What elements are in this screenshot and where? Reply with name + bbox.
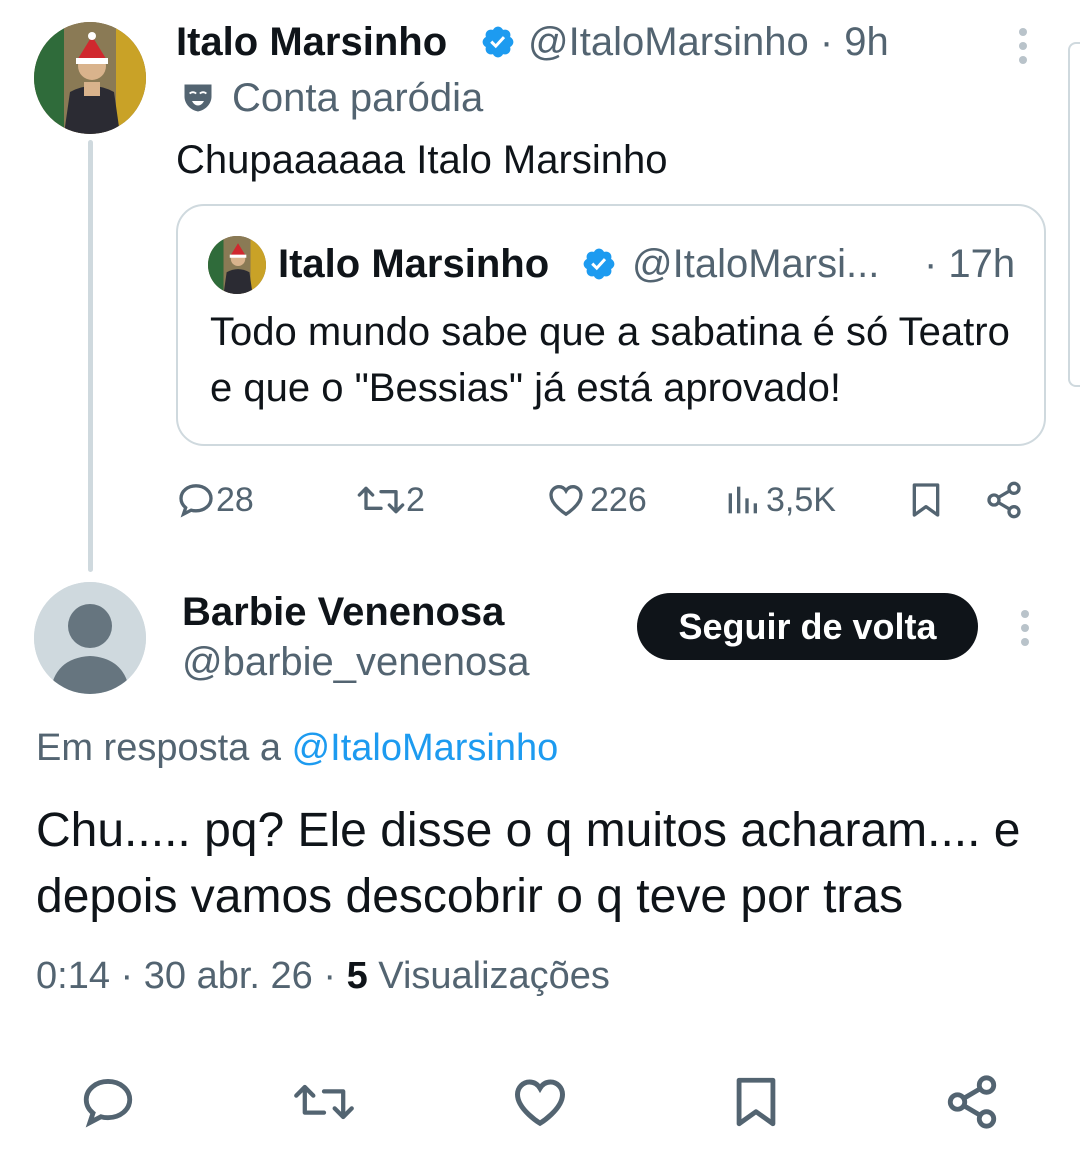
parody-account-label: Conta paródia: [232, 76, 484, 120]
tweet-text: Chupaaaaaa Italo Marsinho: [176, 138, 668, 182]
reply-views-count: 5: [346, 955, 368, 997]
reply-meta: 0:14 · 30 abr. 26 · 5 Visualizações: [36, 955, 610, 997]
repost-button[interactable]: [292, 1070, 356, 1134]
bookmark-button[interactable]: [724, 1070, 788, 1134]
reply-count: 28: [216, 480, 254, 519]
scrollbar[interactable]: [1068, 42, 1080, 387]
verified-badge-icon: [480, 24, 516, 60]
reply-views-label: Visualizações: [378, 955, 610, 997]
reply-context-prefix: Em resposta a: [36, 727, 281, 769]
share-icon[interactable]: [984, 474, 1024, 526]
verified-badge-icon: [581, 246, 617, 282]
reply-to-link[interactable]: @ItaloMarsinho: [292, 727, 559, 769]
reply-context: Em resposta a @ItaloMarsinho: [36, 722, 558, 774]
author-handle: @ItaloMarsinho · 9h: [528, 20, 889, 64]
tweet-time: · 9h: [819, 20, 889, 64]
share-button[interactable]: [940, 1070, 1004, 1134]
quoted-tweet-text: Todo mundo sabe que a sabatina é só Teat…: [210, 310, 1010, 410]
parody-mask-icon: [180, 80, 216, 116]
repost-icon: [356, 480, 406, 520]
reply-time: 0:14: [36, 955, 110, 997]
reply-text: Chu..... pq? Ele disse o q muitos achara…: [36, 804, 1021, 923]
quoted-author-name: Italo Marsinho: [278, 242, 550, 286]
quoted-author-handle: @ItaloMarsi...: [632, 242, 880, 286]
like-count: 226: [590, 480, 647, 519]
heart-icon: [546, 480, 586, 520]
default-avatar-icon[interactable]: [34, 582, 146, 694]
analytics-icon: [722, 480, 762, 520]
avatar[interactable]: [34, 22, 146, 134]
quoted-avatar: [208, 236, 266, 294]
more-options-icon[interactable]: [1008, 26, 1038, 66]
repost-count: 2: [406, 480, 425, 519]
views-count: 3,5K: [766, 480, 836, 519]
quoted-time: · 17h: [924, 242, 1016, 286]
reply-button[interactable]: [76, 1070, 140, 1134]
views-metric[interactable]: 3,5K: [722, 474, 836, 526]
follow-back-button[interactable]: Seguir de volta: [637, 593, 978, 660]
more-options-icon[interactable]: [1010, 608, 1040, 648]
reply-icon: [176, 480, 216, 520]
reply-author-name[interactable]: Barbie Venenosa: [182, 586, 504, 638]
like-metric[interactable]: 226: [546, 474, 647, 526]
thread-line: [88, 140, 93, 572]
reply-metric[interactable]: 28: [176, 474, 254, 526]
repost-metric[interactable]: 2: [356, 474, 425, 526]
bookmark-icon[interactable]: [906, 474, 946, 526]
reply-author-handle: @barbie_venenosa: [182, 640, 530, 684]
like-button[interactable]: [508, 1070, 572, 1134]
author-name[interactable]: Italo Marsinho: [176, 16, 447, 68]
reply-date: 30 abr. 26: [143, 955, 313, 997]
